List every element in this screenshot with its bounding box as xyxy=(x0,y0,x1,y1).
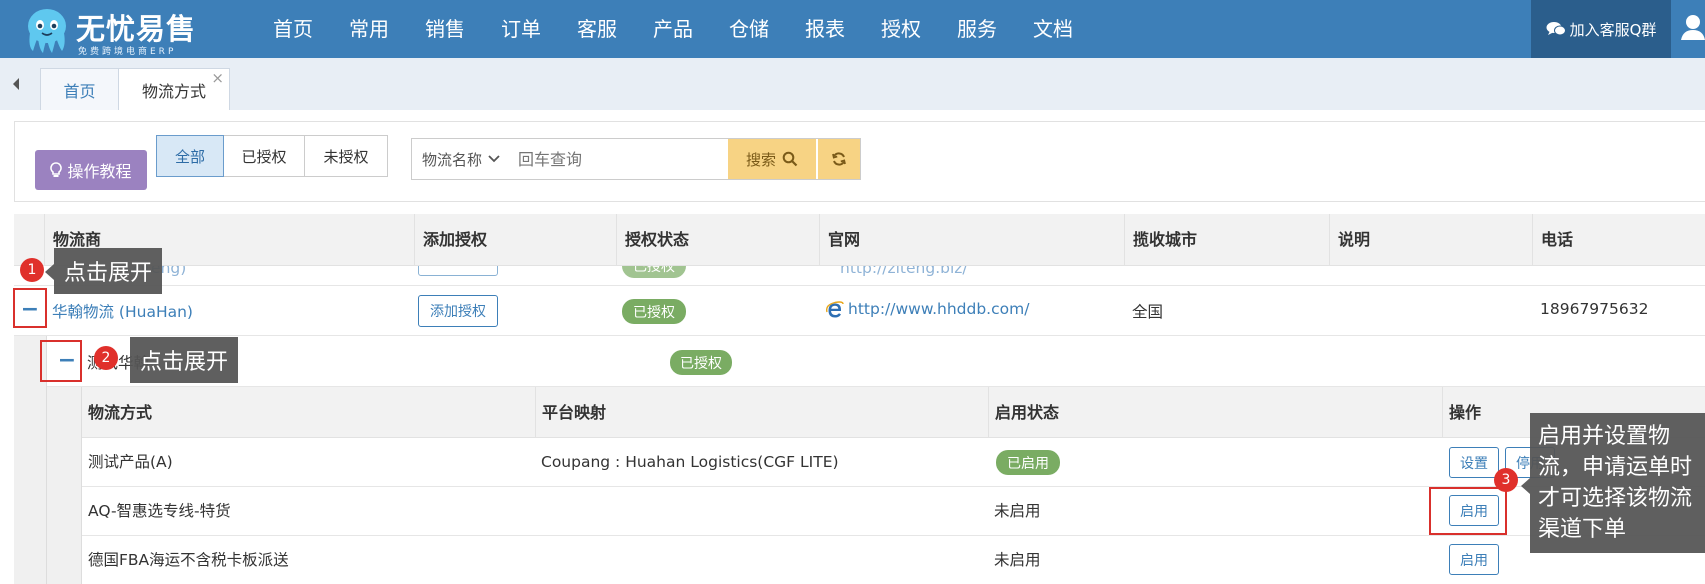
top-navbar: 无忧易售 免费跨境电商ERP 首页 常用 销售 订单 客服 产品 仓储 报表 授… xyxy=(0,0,1705,58)
enable-status: 未启用 xyxy=(994,551,1041,569)
join-qq-group-label: 加入客服Q群 xyxy=(1569,20,1657,39)
caret-left-icon xyxy=(13,78,19,90)
col-pickup-city[interactable]: 揽收城市 xyxy=(1124,214,1329,266)
nav-orders[interactable]: 订单 xyxy=(483,0,559,58)
nav-warehouse[interactable]: 仓储 xyxy=(711,0,787,58)
nav-products[interactable]: 产品 xyxy=(635,0,711,58)
filter-unauthorized-button[interactable]: 未授权 xyxy=(304,135,388,177)
join-qq-group-button[interactable]: 加入客服Q群 xyxy=(1531,0,1671,58)
col-enable-status[interactable]: 启用状态 xyxy=(988,387,1442,438)
website-url: http://ziteng.biz/ xyxy=(840,266,968,277)
step-number-badge: 1 xyxy=(20,258,44,282)
table-header: 物流商 添加授权 授权状态 官网 揽收城市 说明 电话 xyxy=(14,214,1705,266)
tab-home-label: 首页 xyxy=(63,81,96,101)
provider-link[interactable]: 华翰物流 (HuaHan) xyxy=(52,300,193,322)
website-link[interactable]: http://ziteng.biz/ xyxy=(840,266,968,277)
auth-filter-group: 全部 已授权 未授权 xyxy=(156,135,388,177)
browser-e-icon xyxy=(826,300,844,317)
phone-number: 18967975632 xyxy=(1540,300,1649,318)
method-name: AQ-智惠选专线-特货 xyxy=(88,502,231,520)
table-row: 德国FBA海运不含税卡板派送 未启用 启用 xyxy=(82,536,1705,584)
nav-sales[interactable]: 销售 xyxy=(407,0,483,58)
nav-reports[interactable]: 报表 xyxy=(787,0,863,58)
nav-home[interactable]: 首页 xyxy=(255,0,331,58)
pickup-city: 全国 xyxy=(1132,303,1164,321)
search-input[interactable] xyxy=(516,139,728,179)
step-number-badge: 3 xyxy=(1494,468,1518,492)
col-description[interactable]: 说明 xyxy=(1329,214,1532,266)
step-number-badge: 2 xyxy=(94,346,118,370)
status-badge: 已授权 xyxy=(670,350,732,375)
filter-all-button[interactable]: 全部 xyxy=(156,135,224,177)
tab-logistics-methods-label: 物流方式 xyxy=(141,81,206,101)
website-link[interactable]: http://www.hhddb.com/ xyxy=(826,300,1029,319)
tree-indent-guide xyxy=(47,387,82,584)
search-field-select[interactable]: 物流名称 xyxy=(412,139,516,179)
logo-subtitle: 免费跨境电商ERP xyxy=(78,47,177,57)
settings-button[interactable]: 设置 xyxy=(1449,447,1499,478)
platform-mapping: Coupang : Huahan Logistics(CGF LITE) xyxy=(541,453,839,471)
add-auth-button[interactable]: 添加授权 xyxy=(418,295,498,327)
nav-common[interactable]: 常用 xyxy=(331,0,407,58)
col-add-auth[interactable]: 添加授权 xyxy=(414,214,616,266)
method-name: 德国FBA海运不含税卡板派送 xyxy=(88,551,289,569)
status-badge: 已授权 xyxy=(622,299,686,324)
refresh-icon xyxy=(832,152,846,166)
methods-table-header: 物流方式 平台映射 启用状态 操作 xyxy=(82,387,1705,438)
search-button[interactable]: 搜索 xyxy=(728,139,816,179)
tooltip-step1: 点击展开 xyxy=(54,248,163,294)
highlight-box-step2 xyxy=(40,340,82,382)
table-row: 测试产品(A) Coupang : Huahan Logistics(CGF L… xyxy=(82,438,1705,487)
search-field-label: 物流名称 xyxy=(422,150,483,169)
method-name: 测试产品(A) xyxy=(88,453,173,471)
col-platform-mapping[interactable]: 平台映射 xyxy=(535,387,988,438)
highlight-box-step1 xyxy=(13,288,47,328)
lightbulb-icon xyxy=(50,162,63,177)
tooltip-arrow xyxy=(45,264,54,280)
filter-authorized-button[interactable]: 已授权 xyxy=(223,135,305,177)
nav-customer-service[interactable]: 客服 xyxy=(559,0,635,58)
col-auth-status[interactable]: 授权状态 xyxy=(616,214,819,266)
table-row: (Ziteng) 已授权 http://ziteng.biz/ xyxy=(14,266,1705,286)
chat-bubbles-icon xyxy=(1546,22,1566,36)
tab-logistics-methods[interactable]: 物流方式 × xyxy=(118,68,230,110)
nav-docs[interactable]: 文档 xyxy=(1015,0,1091,58)
status-badge: 已授权 xyxy=(622,266,686,278)
page-tab-bar: 首页 物流方式 × xyxy=(0,58,1705,110)
highlight-box-step3 xyxy=(1429,487,1507,535)
enable-status: 未启用 xyxy=(994,502,1041,520)
user-menu[interactable] xyxy=(1671,0,1705,58)
search-icon xyxy=(782,151,798,167)
logo-title: 无忧易售 xyxy=(76,12,197,46)
chevron-down-icon xyxy=(488,155,500,163)
octopus-logo-icon xyxy=(28,9,66,53)
add-auth-button[interactable] xyxy=(418,266,498,276)
tooltip-step3: 启用并设置物流，申请运单时才可选择该物流渠道下单 xyxy=(1530,413,1705,553)
account-row: − 测试华翰 已授权 xyxy=(47,337,1705,387)
tooltip-arrow xyxy=(1521,478,1530,494)
search-box: 物流名称 搜索 xyxy=(411,138,861,180)
col-website[interactable]: 官网 xyxy=(819,214,1124,266)
status-badge: 已启用 xyxy=(996,450,1060,475)
nav-authorization[interactable]: 授权 xyxy=(863,0,939,58)
search-button-label: 搜索 xyxy=(745,150,776,169)
user-icon xyxy=(1681,15,1705,40)
col-phone[interactable]: 电话 xyxy=(1532,214,1705,266)
refresh-button[interactable] xyxy=(816,139,860,179)
table-row: − 华翰物流 (HuaHan) 添加授权 已授权 http://www.hhdd… xyxy=(14,286,1705,336)
nav-services[interactable]: 服务 xyxy=(939,0,1015,58)
tab-scroll-left-button[interactable] xyxy=(0,64,32,104)
tab-close-icon[interactable]: × xyxy=(211,69,224,87)
col-method[interactable]: 物流方式 xyxy=(82,387,535,438)
filter-toolbar: 操作教程 全部 已授权 未授权 物流名称 搜索 xyxy=(14,121,1705,202)
main-nav: 首页 常用 销售 订单 客服 产品 仓储 报表 授权 服务 文档 xyxy=(255,0,1091,58)
tab-home[interactable]: 首页 xyxy=(40,68,119,110)
tooltip-step2: 点击展开 xyxy=(130,337,239,383)
enable-button[interactable]: 启用 xyxy=(1449,544,1499,575)
logo[interactable]: 无忧易售 免费跨境电商ERP xyxy=(22,4,212,57)
tutorial-label: 操作教程 xyxy=(67,162,132,181)
website-url: http://www.hhddb.com/ xyxy=(848,300,1030,318)
tutorial-button[interactable]: 操作教程 xyxy=(35,150,147,190)
